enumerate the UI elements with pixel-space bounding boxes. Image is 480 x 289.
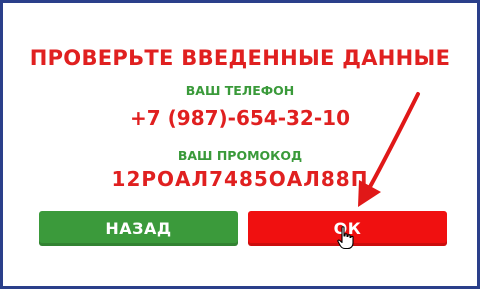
promo-value: 12РОАЛ7485ОАЛ88П bbox=[111, 167, 369, 191]
phone-label: ВАШ ТЕЛЕФОН bbox=[185, 83, 295, 98]
confirm-dialog: ПРОВЕРЬТЕ ВВЕДЕННЫЕ ДАННЫЕ ВАШ ТЕЛЕФОН +… bbox=[0, 0, 480, 289]
hand-cursor-icon bbox=[337, 226, 354, 250]
dialog-title: ПРОВЕРЬТЕ ВВЕДЕННЫЕ ДАННЫЕ bbox=[29, 46, 451, 70]
back-button[interactable]: НАЗАД bbox=[39, 211, 238, 246]
phone-value: +7 (987)-654-32-10 bbox=[130, 106, 350, 130]
back-button-label: НАЗАД bbox=[105, 219, 172, 238]
promo-label: ВАШ ПРОМОКОД bbox=[177, 148, 303, 163]
